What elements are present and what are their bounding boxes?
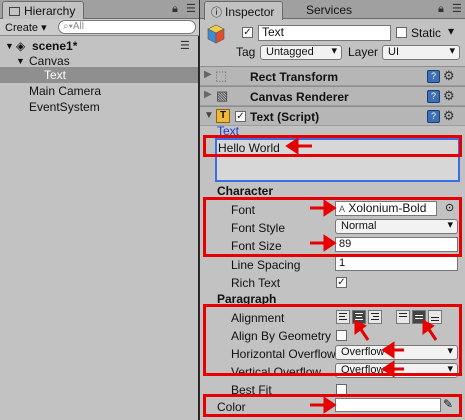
gameobject-cube-icon xyxy=(207,24,225,44)
character-header: Character xyxy=(217,184,274,198)
rich-text-row: Rich Text xyxy=(200,274,465,292)
lock-icon[interactable]: 🔒︎ xyxy=(438,3,444,16)
foldout-arrow-icon[interactable]: ▼ xyxy=(204,110,214,121)
list-item-selected[interactable]: Text xyxy=(0,67,198,83)
panel-menu-icon[interactable]: ☰ xyxy=(452,2,462,15)
align-center-button[interactable] xyxy=(352,310,366,324)
foldout-arrow-icon[interactable]: ▶ xyxy=(204,89,212,100)
list-item-label: Text xyxy=(44,68,67,82)
font-size-field[interactable]: 89 xyxy=(335,237,458,252)
color-label: Color xyxy=(217,400,246,414)
help-book-icon[interactable]: ? xyxy=(427,110,440,123)
static-checkbox[interactable] xyxy=(396,27,407,38)
horizontal-overflow-dropdown[interactable]: Overflow xyxy=(335,345,458,360)
renderer-icon: ▧ xyxy=(216,88,229,103)
text-field-label: Text xyxy=(217,124,240,138)
align-by-geometry-checkbox[interactable] xyxy=(336,330,347,341)
font-value: Xolonium-Bold xyxy=(348,201,427,215)
info-icon: ⓘ xyxy=(211,7,222,19)
gear-icon[interactable]: ⚙ xyxy=(443,109,455,123)
layer-dropdown[interactable]: UI xyxy=(382,45,460,60)
font-field[interactable]: A Xolonium-Bold xyxy=(335,201,437,216)
component-enabled-checkbox[interactable]: ✓ xyxy=(235,111,246,122)
alignment-label: Alignment xyxy=(231,311,285,325)
panel-menu-icon[interactable]: ☰ xyxy=(186,2,196,15)
tab-inspector[interactable]: ⓘ Inspector xyxy=(204,1,284,20)
active-checkbox[interactable]: ✓ xyxy=(242,27,253,38)
tab-hierarchy[interactable]: Hierarchy xyxy=(2,1,85,20)
rect-transform-icon: ⬚ xyxy=(215,68,228,83)
color-swatch[interactable] xyxy=(335,398,441,412)
align-by-geometry-row: Align By Geometry xyxy=(200,327,465,345)
gear-icon[interactable]: ⚙ xyxy=(443,69,455,83)
rich-text-label: Rich Text xyxy=(231,276,281,290)
component-title: Canvas Renderer xyxy=(250,90,349,104)
object-name-field[interactable]: Text xyxy=(258,25,391,41)
best-fit-checkbox[interactable] xyxy=(336,384,347,395)
font-size-label: Font Size xyxy=(231,239,282,253)
lock-icon[interactable]: 🔒︎ xyxy=(172,3,178,16)
list-item-label: EventSystem xyxy=(29,100,100,114)
list-item[interactable]: Main Camera xyxy=(0,83,198,99)
vertical-overflow-dropdown[interactable]: Overflow xyxy=(335,363,458,378)
expand-arrow-icon[interactable]: ▼ xyxy=(5,38,14,54)
list-item-label: Main Camera xyxy=(29,84,102,98)
tag-label: Tag xyxy=(236,45,256,59)
font-style-dropdown[interactable]: Normal xyxy=(335,219,458,234)
tag-dropdown[interactable]: Untagged xyxy=(260,45,342,60)
text-component-icon: T xyxy=(216,109,230,123)
paragraph-header: Paragraph xyxy=(217,292,277,306)
scene-row[interactable]: ▼ ◈ scene1* ☰ xyxy=(0,38,198,54)
horizontal-overflow-label: Horizontal Overflow xyxy=(231,347,336,361)
align-bottom-button[interactable] xyxy=(428,310,442,324)
align-left-button[interactable] xyxy=(336,310,350,324)
static-dropdown-icon[interactable]: ▾ xyxy=(448,24,454,38)
rect-transform-header[interactable]: ▶ ⬚ Rect Transform ? ⚙ xyxy=(200,66,465,86)
vertical-overflow-label: Vertical Overflow xyxy=(231,365,322,379)
search-icon: ⌕▾ xyxy=(63,21,73,32)
text-script-header[interactable]: ▼ T ✓ Text (Script) ? ⚙ xyxy=(200,106,465,126)
align-middle-button[interactable] xyxy=(412,310,426,324)
help-book-icon[interactable]: ? xyxy=(427,70,440,83)
tab-inspector-label: Inspector xyxy=(225,5,275,19)
font-style-label: Font Style xyxy=(231,221,286,235)
inspector-panel: ⓘ Inspector Services 🔒︎ ☰ ✓ Text Static ▾… xyxy=(200,0,465,420)
best-fit-row: Best Fit xyxy=(200,381,465,399)
scene-name: scene1* xyxy=(32,39,78,53)
gear-icon[interactable]: ⚙ xyxy=(443,89,455,103)
list-icon xyxy=(9,7,20,16)
layer-label: Layer xyxy=(348,45,379,59)
help-book-icon[interactable]: ? xyxy=(427,90,440,103)
tab-services[interactable]: Services xyxy=(306,3,352,17)
eyedropper-icon[interactable]: ✎ xyxy=(443,397,453,411)
component-title: Rect Transform xyxy=(250,70,339,84)
list-item[interactable]: EventSystem xyxy=(0,99,198,115)
scene-menu-icon[interactable]: ☰ xyxy=(180,38,190,54)
line-spacing-field[interactable]: 1 xyxy=(335,256,458,271)
font-label: Font xyxy=(231,203,256,217)
object-picker-icon[interactable]: ⊙ xyxy=(445,201,454,214)
component-title: Text (Script) xyxy=(250,110,320,124)
best-fit-label: Best Fit xyxy=(231,383,272,397)
align-top-button[interactable] xyxy=(396,310,410,324)
unity-scene-icon: ◈ xyxy=(16,39,26,53)
align-right-button[interactable] xyxy=(368,310,382,324)
canvas-renderer-header[interactable]: ▶ ▧ Canvas Renderer ? ⚙ xyxy=(200,86,465,106)
foldout-arrow-icon[interactable]: ▶ xyxy=(204,69,212,80)
font-asset-icon: A xyxy=(339,204,346,214)
search-placeholder: All xyxy=(72,21,84,32)
line-spacing-label: Line Spacing xyxy=(231,258,301,272)
tab-hierarchy-label: Hierarchy xyxy=(24,4,76,18)
align-by-geometry-label: Align By Geometry xyxy=(231,329,332,343)
text-area-value: Hello World xyxy=(218,141,280,155)
hierarchy-panel: Hierarchy 🔒︎ ☰ Create ▾ ⌕▾All ▼ ◈ scene1… xyxy=(0,0,199,420)
rich-text-checkbox[interactable]: ✓ xyxy=(336,277,347,288)
search-input[interactable]: ⌕▾All xyxy=(58,20,196,34)
static-label: Static xyxy=(411,26,442,40)
create-button[interactable]: Create ▾ xyxy=(5,21,47,34)
